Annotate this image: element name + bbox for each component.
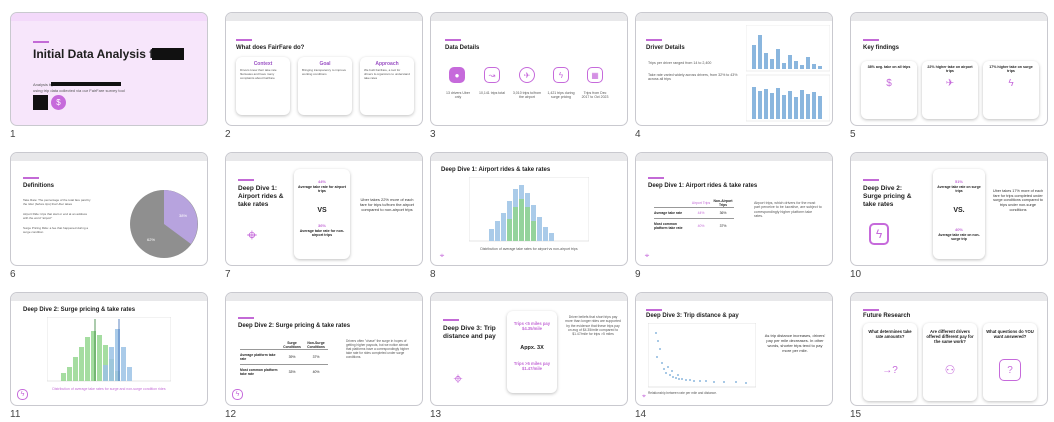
slide-11[interactable]: Deep Dive 2: Surge pricing & take rates …: [10, 292, 210, 422]
slide-2[interactable]: What does FairFare do? Context Drivers k…: [225, 12, 425, 142]
surge-icon: ϟ: [553, 67, 569, 83]
surge-icon: ϟ: [232, 389, 243, 400]
slide-14[interactable]: Deep Dive 3: Trip distance & pay As trip…: [635, 292, 835, 422]
slide-12[interactable]: Deep Dive 2: Surge pricing & take rates …: [225, 292, 425, 422]
people-icon: ⚇: [944, 363, 956, 377]
driver-icon: ●: [449, 67, 465, 83]
route-icon: ⌖: [453, 371, 463, 388]
svg-text:38%: 38%: [179, 213, 187, 218]
airplane-icon: ✈: [519, 67, 535, 83]
route-icon: ⌖: [642, 393, 646, 400]
logo-redacted: [33, 95, 48, 110]
slide-7[interactable]: Deep Dive 1: Airport rides & take rates …: [225, 152, 425, 282]
slide-8[interactable]: Deep Dive 1: Airport rides & take rates …: [430, 152, 630, 282]
airport-histogram: [469, 177, 589, 242]
location-pin-icon: ⌖: [644, 251, 650, 260]
surge-histogram: [47, 317, 171, 382]
slide-6[interactable]: Definitions Take Rate: The percentage of…: [10, 152, 210, 282]
slide-3[interactable]: Data Details ● ↝ ✈ ϟ ▦ 13 drivers Uber o…: [430, 12, 630, 142]
location-pin-icon: ⌖: [246, 224, 258, 245]
slide-15[interactable]: Future Research What determines take rat…: [850, 292, 1050, 422]
airport-take-rate-table: Airport Trips Non-Airport Trips Average t…: [654, 199, 734, 233]
slide-13[interactable]: Deep Dive 3: Trip distance and pay ⌖ Tri…: [430, 292, 630, 422]
airplane-icon: ✈: [945, 77, 955, 89]
svg-text:62%: 62%: [147, 237, 155, 242]
slide-title: Initial Data Analysis for: [33, 47, 166, 61]
slide-sorter-grid: Initial Data Analysis for Analysis by us…: [10, 12, 1050, 420]
slide-1[interactable]: Initial Data Analysis for Analysis by us…: [10, 12, 210, 142]
question-bubble-icon: ?: [999, 359, 1021, 381]
redaction-bar: [152, 48, 184, 60]
slide-9[interactable]: Deep Dive 1: Airport rides & take rates …: [635, 152, 835, 282]
slide-4[interactable]: Driver Details Trips per driver ranged f…: [635, 12, 835, 142]
shapes-arrows-icon: →?: [882, 364, 898, 376]
take-rate-pie: 38% 62%: [130, 190, 198, 258]
money-icon: $: [886, 77, 892, 89]
fairfare-logo-icon: $: [51, 95, 66, 110]
slide-10[interactable]: Deep Dive 2: Surge pricing & take rates …: [850, 152, 1050, 282]
driver-bar-charts: [746, 25, 830, 122]
distance-pay-scatter: [648, 323, 756, 388]
surge-icon: ϟ: [869, 223, 889, 245]
surge-icon: ϟ: [17, 389, 28, 400]
location-pin-icon: ⌖: [439, 251, 445, 260]
route-icon: ↝: [484, 67, 500, 83]
surge-take-rate-table: Surge Conditions Non-Surge Conditions Ave…: [240, 341, 328, 379]
surge-icon: ϟ: [1008, 77, 1014, 89]
slide-5[interactable]: Key findings 38% avg. take on all trips …: [850, 12, 1050, 142]
calendar-icon: ▦: [587, 67, 603, 83]
